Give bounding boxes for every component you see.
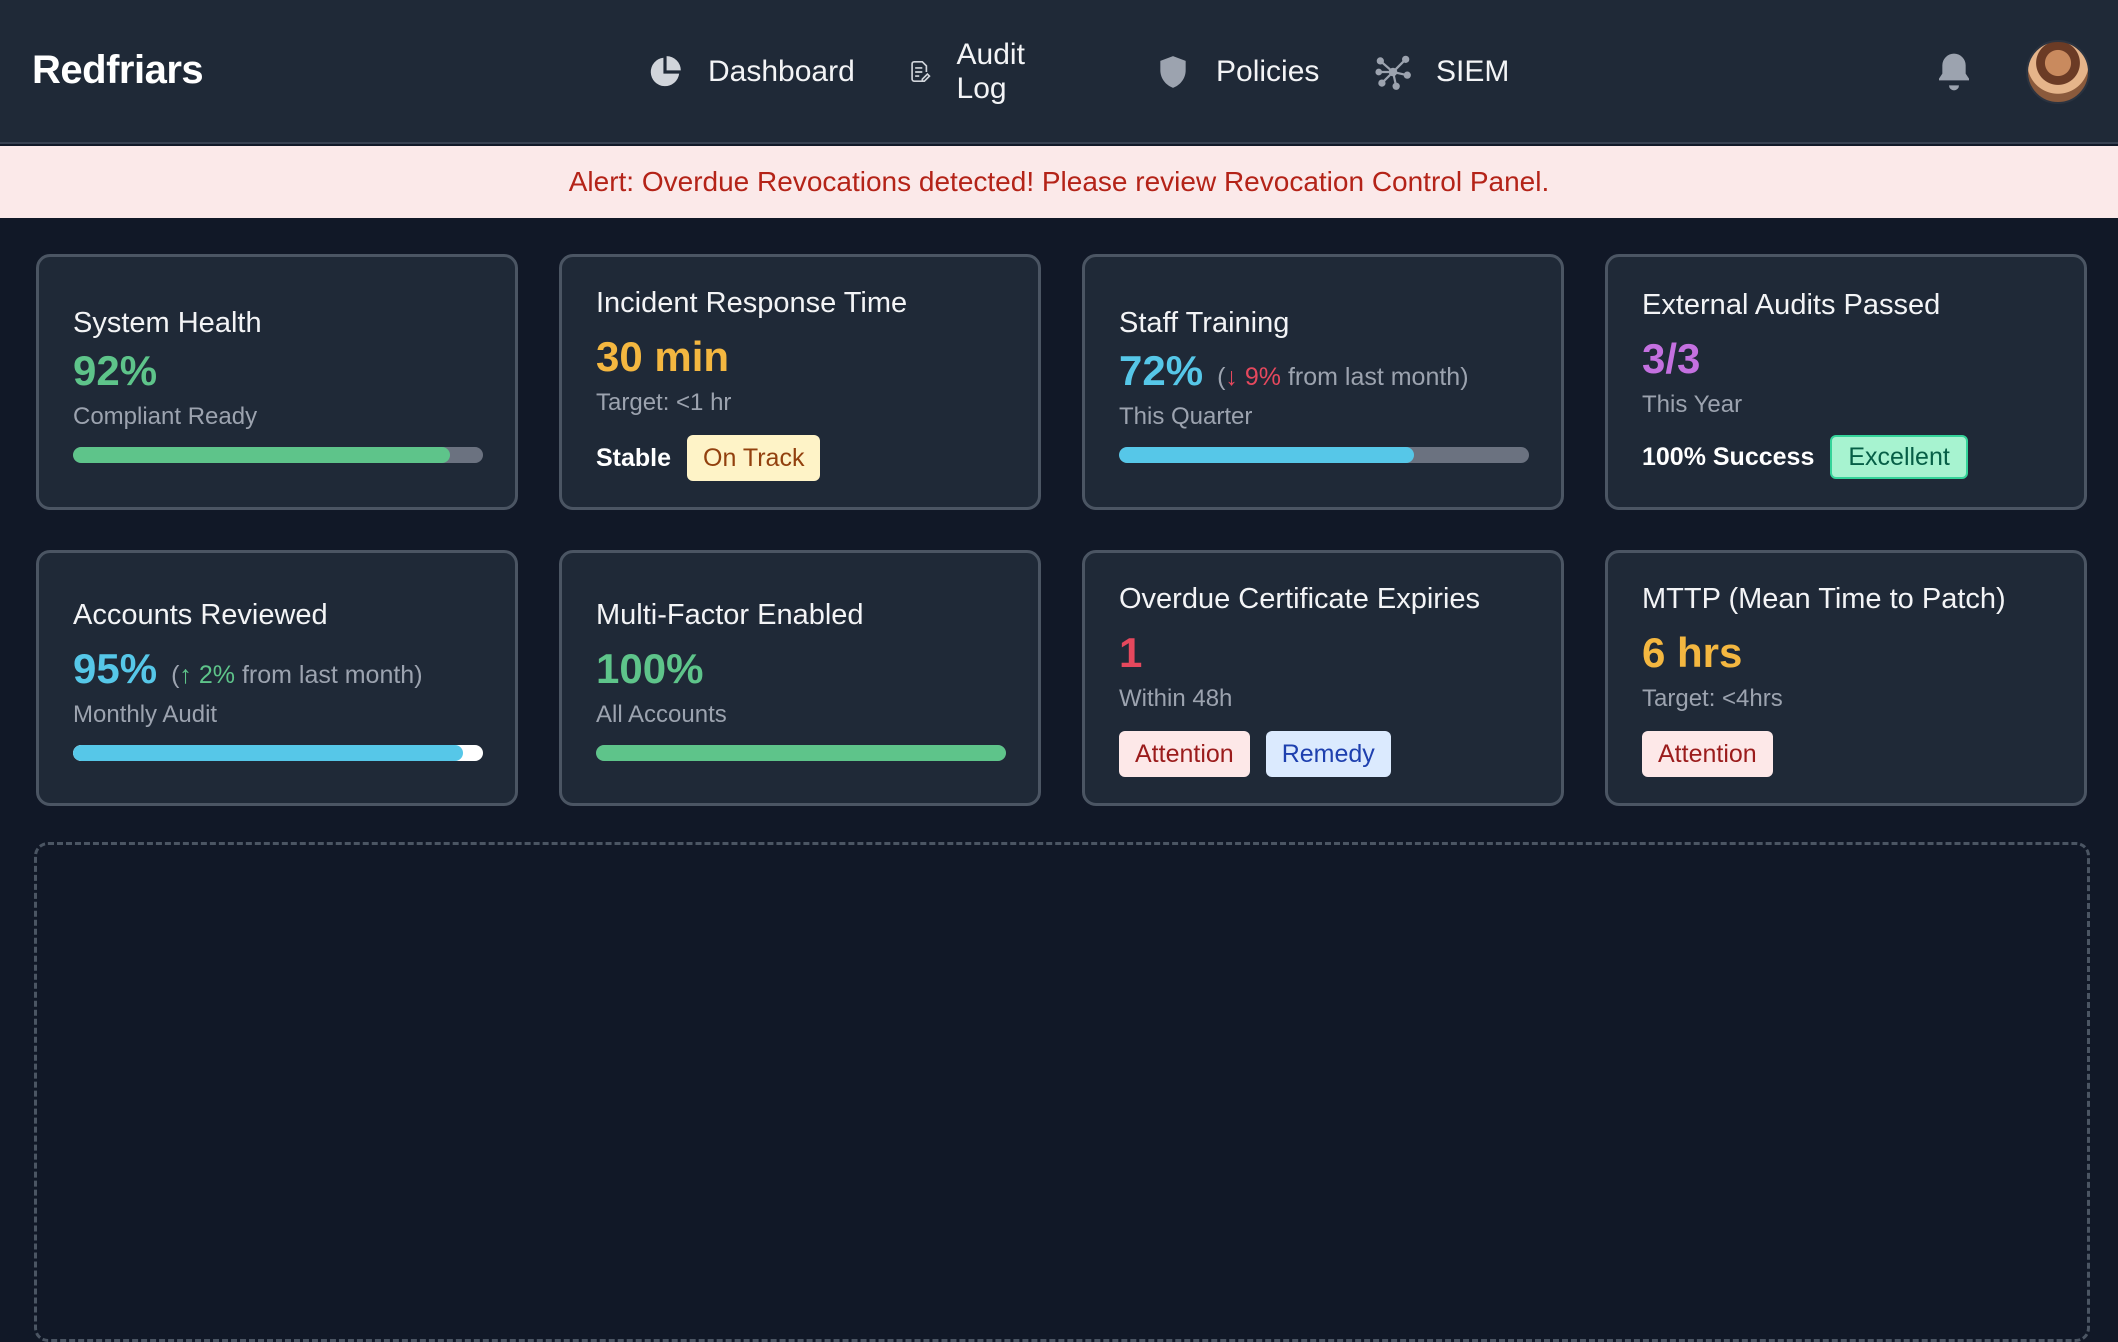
progress-fill: [73, 447, 451, 463]
progress-fill: [73, 745, 463, 761]
brand-logo[interactable]: Redfriars: [32, 48, 204, 93]
attention-badge: Attention: [1119, 731, 1250, 777]
card-title: Overdue Certificate Expiries: [1119, 583, 1481, 615]
card-value: 6 hrs: [1642, 629, 1743, 676]
card-subtitle: Target: <1 hr: [596, 389, 732, 416]
card-value: 72%: [1119, 347, 1204, 394]
progress-fill: [596, 745, 1006, 761]
nav-policies-label: Policies: [1216, 55, 1320, 88]
progress-bar: [73, 745, 483, 761]
card-external-audits: External Audits Passed 3/3 This Year 100…: [1605, 254, 2087, 510]
card-subtitle: Target: <4hrs: [1642, 685, 1783, 712]
nav-dashboard-label: Dashboard: [708, 55, 855, 88]
card-title: MTTP (Mean Time to Patch): [1642, 583, 2006, 615]
badge-row: Attention Remedy: [1119, 731, 1391, 777]
card-subtitle: Within 48h: [1119, 685, 1233, 712]
shield-icon: [1160, 56, 1186, 88]
status-row: Stable On Track: [596, 435, 821, 481]
card-value: 30 min: [596, 333, 730, 380]
progress-bar: [596, 745, 1006, 761]
nav-audit-log-label: Audit Log: [956, 38, 1025, 105]
user-avatar[interactable]: [2026, 40, 2090, 104]
delta-value: 9%: [1244, 363, 1281, 391]
progress-bar: [1119, 447, 1529, 463]
card-mfa-enabled: Multi-Factor Enabled 100% All Accounts: [559, 550, 1041, 806]
nav-dashboard[interactable]: Dashboard: [646, 46, 855, 98]
alert-text: Alert: Overdue Revocations detected! Ple…: [568, 166, 1550, 197]
card-subtitle: Compliant Ready: [73, 403, 258, 430]
nav-siem[interactable]: SIEM: [1374, 46, 1509, 98]
nav-siem-label: SIEM: [1436, 55, 1510, 88]
card-subtitle: This Quarter: [1119, 403, 1253, 430]
card-system-health: System Health 92% Compliant Ready: [36, 254, 518, 510]
status-label: Stable: [596, 443, 672, 472]
card-title: System Health: [73, 307, 262, 339]
remedy-badge[interactable]: Remedy: [1265, 731, 1391, 777]
status-badge: Excellent: [1830, 435, 1968, 479]
card-staff-training: Staff Training 72% (↓ 9% from last month)…: [1082, 254, 1564, 510]
card-value-row: 72% (↓ 9% from last month): [1119, 347, 1469, 395]
card-value: 100%: [596, 645, 704, 692]
card-incident-response: Incident Response Time 30 min Target: <1…: [559, 254, 1041, 510]
card-value: 95%: [73, 645, 158, 692]
nav-audit-log[interactable]: Audit Log: [908, 38, 1038, 105]
card-title: Multi-Factor Enabled: [596, 599, 864, 631]
top-header: Redfriars Dashboard Audit Log Policies S…: [0, 0, 2118, 144]
card-title: Incident Response Time: [596, 287, 908, 319]
delta-label: from last month): [241, 661, 423, 689]
delta-text: (↑ 2% from last month): [171, 661, 422, 689]
card-overdue-certificates: Overdue Certificate Expiries 1 Within 48…: [1082, 550, 1564, 806]
bell-icon[interactable]: [1934, 50, 1974, 94]
status-label: 100% Success: [1642, 442, 1815, 471]
status-badge: On Track: [687, 435, 821, 481]
delta-value: 2%: [198, 661, 235, 689]
card-value: 3/3: [1642, 335, 1701, 382]
card-subtitle: All Accounts: [596, 701, 727, 728]
pie-chart-icon: [650, 56, 681, 87]
card-subtitle: This Year: [1642, 391, 1743, 418]
status-row: 100% Success Excellent: [1642, 435, 1968, 479]
up-arrow-icon: ↑: [179, 661, 192, 689]
nav-policies[interactable]: Policies: [1154, 46, 1319, 98]
attention-badge: Attention: [1642, 731, 1773, 777]
card-value: 1: [1119, 629, 1143, 676]
delta-text: (↓ 9% from last month): [1217, 363, 1468, 391]
network-icon: [1375, 55, 1411, 90]
card-subtitle: Monthly Audit: [73, 701, 218, 728]
card-value-row: 95% (↑ 2% from last month): [73, 645, 423, 693]
card-accounts-reviewed: Accounts Reviewed 95% (↑ 2% from last mon…: [36, 550, 518, 806]
down-arrow-icon: ↓: [1225, 363, 1238, 391]
document-edit-icon: [911, 60, 931, 83]
card-value: 92%: [73, 347, 158, 394]
badge-row: Attention: [1642, 731, 1773, 777]
progress-fill: [1119, 447, 1415, 463]
card-title: Accounts Reviewed: [73, 599, 328, 631]
alert-banner[interactable]: Alert: Overdue Revocations detected! Ple…: [0, 146, 2118, 218]
delta-label: from last month): [1287, 363, 1469, 391]
card-title: External Audits Passed: [1642, 289, 1941, 321]
progress-bar: [73, 447, 483, 463]
card-mttp: MTTP (Mean Time to Patch) 6 hrs Target: …: [1605, 550, 2087, 806]
empty-content-panel: [34, 842, 2090, 1342]
card-title: Staff Training: [1119, 307, 1290, 339]
